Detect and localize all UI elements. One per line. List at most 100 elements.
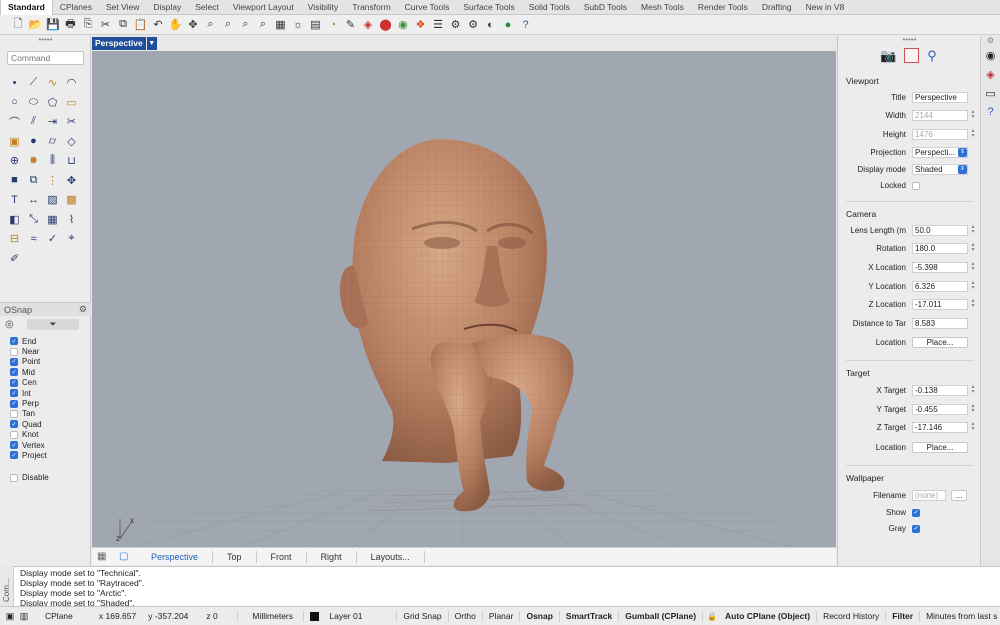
check-icon[interactable]: ✓ — [44, 230, 61, 247]
x-target-field[interactable]: -0.138 — [912, 385, 968, 396]
tab-select[interactable]: Select — [188, 0, 226, 15]
osnap-mid[interactable]: ✓ Mid — [10, 367, 88, 377]
grid-layout-icon[interactable]: ▦ — [97, 551, 113, 562]
osnap-checkbox[interactable]: ✓ — [10, 451, 18, 460]
paint-icon[interactable]: ✐ — [6, 250, 23, 267]
disable-checkbox[interactable] — [10, 473, 18, 482]
flow-icon[interactable]: ≈ — [25, 230, 42, 247]
pipe-icon[interactable]: ⌇ — [63, 211, 80, 228]
osnap-checkbox[interactable]: ✓ — [10, 378, 18, 387]
color-wheel-icon[interactable]: ◉ — [395, 17, 411, 33]
paste-icon[interactable]: 📋 — [133, 17, 149, 33]
cut-icon[interactable]: ✂ — [98, 17, 114, 33]
z-target-field[interactable]: -17.146 — [912, 422, 968, 433]
osnap-perp[interactable]: ✓ Perp — [10, 398, 88, 408]
osnap-checkbox[interactable]: ✓ — [10, 389, 18, 398]
light-icon[interactable]: ◔ — [325, 17, 341, 33]
polyline-icon[interactable]: ⟋ — [25, 74, 42, 91]
record-history-toggle[interactable]: Record History — [817, 610, 887, 622]
solid-icon[interactable]: ■ — [6, 172, 23, 189]
cplane-label[interactable]: CPlane — [39, 611, 79, 622]
move-icon[interactable]: ✥ — [63, 172, 80, 189]
smarttrack-toggle[interactable]: SmartTrack — [560, 610, 620, 622]
display-icon[interactable]: ▭ — [981, 87, 1000, 100]
viewport-tab-right[interactable]: Right — [307, 550, 357, 563]
extend-icon[interactable]: ⇥ — [44, 113, 61, 130]
viewport-title-tag[interactable]: Perspective ▼ — [92, 37, 157, 50]
grid-snap-toggle[interactable]: Grid Snap — [397, 610, 449, 622]
perspective-viewport[interactable]: x z — [92, 51, 836, 547]
copy-icon[interactable]: ⧉ — [115, 17, 131, 33]
display-mode-select[interactable]: Shaded ⇕ — [912, 164, 968, 175]
distance-field[interactable]: 8.583 — [912, 318, 968, 329]
section-icon[interactable]: ⊟ — [6, 230, 23, 247]
ellipse-icon[interactable]: ⬭ — [25, 94, 42, 111]
command-input[interactable] — [7, 51, 84, 65]
tab-surface-tools[interactable]: Surface Tools — [456, 0, 521, 15]
cylinder-icon[interactable]: ⌭ — [44, 133, 61, 150]
help-icon[interactable]: ? — [981, 106, 1000, 118]
tab-standard[interactable]: Standard — [0, 0, 53, 15]
panel-toggle-icon[interactable]: ▥ — [17, 611, 31, 622]
explode-icon[interactable]: ✸ — [25, 152, 42, 169]
save-icon[interactable]: 💾 — [45, 17, 61, 33]
layer-label[interactable]: Layer 01 — [323, 610, 398, 622]
open-icon[interactable]: 📂 — [28, 17, 44, 33]
osnap-cen[interactable]: ✓ Cen — [10, 378, 88, 388]
render-icon[interactable]: ❖ — [413, 17, 429, 33]
boolean-icon[interactable]: ⊕ — [6, 152, 23, 169]
fillet-icon[interactable]: ⌒ — [6, 113, 23, 130]
panel-grip[interactable]: ••••• — [838, 36, 981, 45]
zoom-window-icon[interactable]: ⌕ — [220, 17, 236, 33]
show-checkbox[interactable]: ✓ — [912, 508, 920, 517]
undo-icon[interactable]: ↶ — [150, 17, 166, 33]
x-location-field[interactable]: -5.398 — [912, 262, 968, 273]
chevron-down-icon[interactable]: ▼ — [146, 37, 157, 50]
viewport-tab-perspective[interactable]: Perspective — [137, 550, 214, 563]
properties-icon[interactable]: ✎ — [343, 17, 359, 33]
options-icon[interactable]: ⚙ — [448, 17, 464, 33]
new-icon[interactable]: 🗋 — [10, 17, 26, 33]
osnap-checkbox[interactable] — [10, 430, 18, 439]
osnap-int[interactable]: ✓ Int — [10, 388, 88, 398]
target-place-button[interactable]: Place... — [912, 442, 968, 453]
tab-new-in-v8[interactable]: New in V8 — [799, 0, 852, 15]
color-icon[interactable]: ⬤ — [378, 17, 394, 33]
hatch-icon[interactable]: ▨ — [44, 191, 61, 208]
layers-icon[interactable]: ☰ — [430, 17, 446, 33]
sidebar-toggle-icon[interactable]: ▣ — [3, 611, 17, 622]
osnap-toggle[interactable]: Osnap — [520, 610, 560, 622]
surface-icon[interactable]: ◇ — [63, 133, 80, 150]
tab-render-tools[interactable]: Render Tools — [691, 0, 755, 15]
tab-visibility[interactable]: Visibility — [301, 0, 346, 15]
import-icon[interactable]: ⎘ — [80, 17, 96, 33]
locked-checkbox[interactable] — [912, 181, 920, 190]
print-icon[interactable]: 🖶 — [63, 17, 79, 33]
shading-icon[interactable]: ◐ — [483, 17, 499, 33]
osnap-end[interactable]: ✓ End — [10, 336, 88, 346]
single-view-icon[interactable]: ▢ — [119, 551, 137, 562]
auto-cplane-toggle[interactable]: Auto CPlane (Object) — [719, 610, 818, 622]
lens-field[interactable]: 50.0 — [912, 225, 968, 236]
group-icon[interactable]: ⧉ — [25, 172, 42, 189]
rectangle-icon[interactable]: ▭ — [63, 94, 80, 111]
panel-grip[interactable]: ••••• — [0, 36, 91, 45]
osnap-checkbox[interactable] — [10, 409, 18, 418]
head-model[interactable] — [339, 139, 547, 463]
filter-icon[interactable]: ⏷ — [27, 319, 79, 330]
materials-icon[interactable]: ◈ — [981, 68, 1000, 81]
y-target-field[interactable]: -0.455 — [912, 404, 968, 415]
scale-icon[interactable]: ⤡ — [25, 211, 42, 228]
tab-curve-tools[interactable]: Curve Tools — [398, 0, 457, 15]
curve-icon[interactable]: ∿ — [44, 74, 61, 91]
osnap-checkbox[interactable]: ✓ — [10, 337, 18, 346]
gear-icon[interactable]: ⚙ — [79, 304, 87, 315]
help-icon[interactable]: ? — [518, 17, 534, 33]
osnap-checkbox[interactable] — [10, 347, 18, 356]
grid-layout-icon[interactable]: ▦ — [273, 17, 289, 33]
point-icon[interactable]: • — [6, 74, 23, 91]
osnap-point[interactable]: ✓ Point — [10, 357, 88, 367]
tab-transform[interactable]: Transform — [345, 0, 397, 15]
trim-icon[interactable]: ✂ — [63, 113, 80, 130]
tab-mesh-tools[interactable]: Mesh Tools — [634, 0, 691, 15]
